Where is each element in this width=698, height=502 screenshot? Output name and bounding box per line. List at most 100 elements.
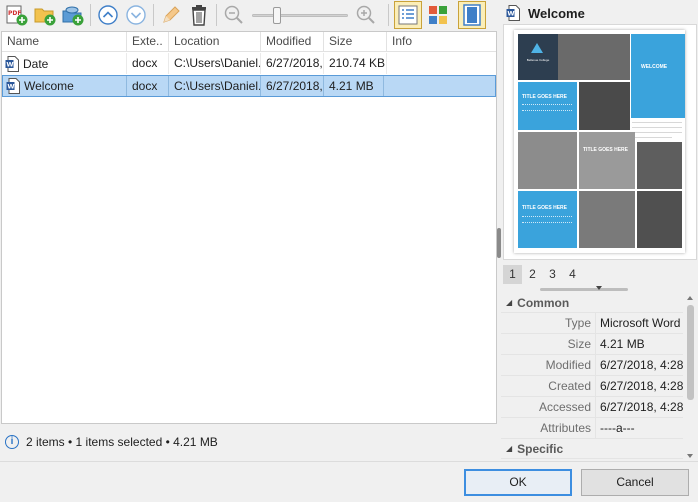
properties-scrollbar[interactable] bbox=[684, 293, 697, 461]
property-row: Size 4.21 MB bbox=[501, 334, 683, 355]
details-view-button[interactable] bbox=[394, 1, 422, 29]
preview-block-title: TITLE GOES HERE bbox=[583, 147, 629, 153]
page-button-4[interactable]: 4 bbox=[563, 265, 582, 284]
preview-blue-block bbox=[518, 191, 577, 248]
page-button-2[interactable]: 2 bbox=[523, 265, 542, 284]
property-group-label: Common bbox=[517, 295, 570, 310]
add-folder-button[interactable] bbox=[31, 1, 59, 29]
thumbnails-view-button[interactable] bbox=[424, 1, 452, 29]
property-group-common[interactable]: ◢ Common bbox=[501, 293, 683, 313]
details-view-icon bbox=[398, 5, 418, 25]
property-value: Microsoft Word bbox=[600, 316, 681, 330]
preview-photo bbox=[579, 82, 630, 130]
file-name-cell: W Welcome bbox=[3, 76, 127, 96]
column-header-modified[interactable]: Modified bbox=[261, 32, 324, 51]
preview-text-line bbox=[632, 132, 682, 133]
zoom-in-button[interactable] bbox=[352, 1, 380, 29]
column-header-info[interactable]: Info bbox=[387, 32, 496, 51]
zoom-out-icon bbox=[224, 5, 243, 24]
property-group-label: Specific bbox=[517, 441, 564, 456]
file-list[interactable]: Name Exte.. Location Modified Size Info … bbox=[1, 31, 497, 424]
preview-block-title: TITLE GOES HERE bbox=[522, 205, 568, 211]
preview-welcome-block bbox=[631, 34, 685, 118]
preview-photo bbox=[579, 191, 635, 248]
file-info bbox=[387, 53, 496, 74]
move-down-button[interactable] bbox=[122, 1, 150, 29]
scroll-up-icon[interactable] bbox=[687, 296, 693, 300]
preview-photo bbox=[637, 191, 682, 248]
zoom-slider-thumb[interactable] bbox=[273, 7, 281, 24]
word-document-icon: W bbox=[5, 55, 19, 72]
thumbnails-view-icon bbox=[429, 6, 447, 24]
trash-icon bbox=[192, 5, 206, 26]
preview-logo-triangle bbox=[531, 43, 543, 53]
arrow-up-icon bbox=[98, 5, 118, 25]
splitter-grip[interactable] bbox=[497, 228, 501, 258]
preview-welcome-text: WELCOME bbox=[641, 64, 668, 70]
preview-text-line bbox=[522, 222, 572, 223]
pencil-icon bbox=[163, 6, 180, 23]
preview-pane-button[interactable] bbox=[458, 1, 486, 29]
page-button-3[interactable]: 3 bbox=[543, 265, 562, 284]
properties-panel: ◢ Common Type Microsoft Word Size 4.21 M… bbox=[501, 293, 683, 461]
move-up-button[interactable] bbox=[94, 1, 122, 29]
column-header-location[interactable]: Location bbox=[169, 32, 261, 51]
preview-box[interactable]: Bellevue College WELCOME TITLE GOES HERE… bbox=[503, 24, 697, 260]
zoom-in-icon bbox=[356, 5, 375, 24]
property-value: ----a--- bbox=[600, 421, 635, 435]
preview-photo bbox=[637, 142, 682, 189]
property-value: 6/27/2018, 4:28 bbox=[600, 358, 683, 372]
preview-photo bbox=[518, 132, 577, 189]
file-info bbox=[384, 76, 476, 96]
file-row[interactable]: W Date docx C:\Users\Daniel.F 6/27/2018,… bbox=[2, 53, 496, 74]
cancel-button[interactable]: Cancel bbox=[581, 469, 689, 496]
ok-button[interactable]: OK bbox=[464, 469, 572, 496]
preview-block-title: TITLE GOES HERE bbox=[522, 94, 568, 100]
page-selector: 1 2 3 4 bbox=[503, 265, 583, 285]
arrow-down-icon bbox=[126, 5, 146, 25]
property-key: Size bbox=[501, 334, 596, 354]
preview-text-line bbox=[632, 137, 672, 138]
property-group-specific[interactable]: ◢ Specific bbox=[501, 439, 683, 459]
scrollbar-thumb[interactable] bbox=[687, 305, 694, 400]
file-extension: docx bbox=[127, 76, 169, 96]
add-pdf-button[interactable]: PDF bbox=[3, 1, 31, 29]
file-name: Welcome bbox=[24, 79, 74, 93]
preview-logo-block: Bellevue College bbox=[518, 34, 558, 80]
preview-text-line bbox=[522, 110, 572, 111]
preview-college-text: Bellevue College bbox=[526, 58, 550, 62]
preview-title: W Welcome bbox=[506, 2, 585, 24]
property-value: 4.21 MB bbox=[600, 337, 645, 351]
preview-pane-icon bbox=[463, 4, 481, 26]
zoom-out-button[interactable] bbox=[220, 1, 248, 29]
property-row: Created 6/27/2018, 4:28 bbox=[501, 376, 683, 397]
file-row-selected[interactable]: W Welcome docx C:\Users\Daniel.F 6/27/20… bbox=[2, 75, 496, 97]
property-row: Type Microsoft Word bbox=[501, 313, 683, 334]
add-pdf-icon: PDF bbox=[6, 5, 28, 26]
page-button-1[interactable]: 1 bbox=[503, 265, 522, 284]
status-bar: i 2 items • 1 items selected • 4.21 MB bbox=[0, 427, 498, 457]
property-key: Attributes bbox=[501, 418, 596, 438]
column-header-name[interactable]: Name bbox=[2, 32, 127, 51]
preview-blue-block bbox=[518, 82, 577, 130]
zoom-slider[interactable] bbox=[250, 1, 350, 29]
delete-button[interactable] bbox=[185, 1, 213, 29]
preview-splitter[interactable] bbox=[540, 288, 628, 291]
column-header-extension[interactable]: Exte.. bbox=[127, 32, 169, 51]
caret-down-icon bbox=[596, 286, 602, 290]
property-row: Modified 6/27/2018, 4:28 bbox=[501, 355, 683, 376]
toolbar-separator bbox=[153, 4, 154, 26]
preview-text-line bbox=[522, 104, 572, 105]
property-key: Type bbox=[501, 313, 596, 333]
add-network-folder-button[interactable] bbox=[59, 1, 87, 29]
network-folder-icon bbox=[62, 6, 84, 26]
file-name: Date bbox=[23, 56, 49, 71]
scroll-down-icon[interactable] bbox=[687, 454, 693, 458]
collapse-triangle-icon: ◢ bbox=[506, 444, 513, 453]
rename-button[interactable] bbox=[157, 1, 185, 29]
property-value: 6/27/2018, 4:28 bbox=[600, 400, 683, 414]
word-document-icon: W bbox=[506, 5, 520, 21]
column-header-size[interactable]: Size bbox=[324, 32, 387, 51]
add-folder-icon bbox=[34, 8, 56, 26]
property-row: Attributes ----a--- bbox=[501, 418, 683, 439]
